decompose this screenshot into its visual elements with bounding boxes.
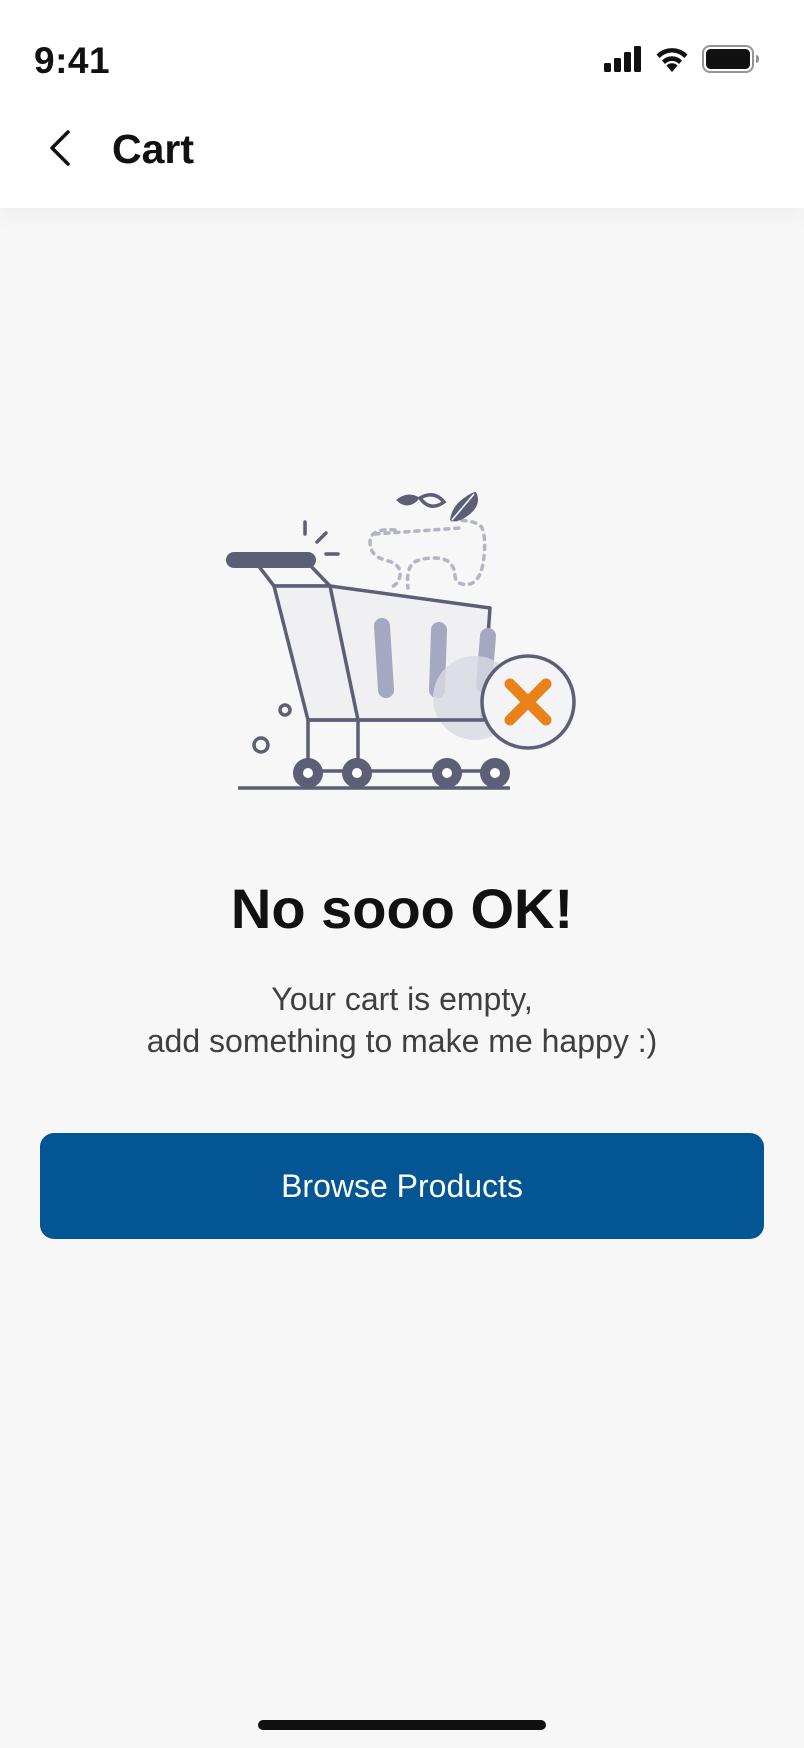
browse-products-button[interactable]: Browse Products (40, 1133, 764, 1239)
empty-state-message: Your cart is empty, add something to mak… (0, 978, 804, 1062)
battery-icon (702, 45, 759, 73)
back-button[interactable] (38, 124, 86, 172)
wifi-icon (656, 48, 688, 72)
header: 9:41 Cart (0, 0, 804, 208)
home-indicator (258, 1720, 546, 1730)
empty-state-message-line-2: add something to make me happy :) (146, 1023, 658, 1059)
cellular-signal-icon (604, 46, 641, 72)
empty-cart-icon (226, 492, 576, 790)
chevron-left-icon (50, 130, 70, 166)
empty-state-message-line-1: Your cart is empty, (271, 981, 533, 1017)
empty-state-headline: No sooo OK! (230, 877, 574, 940)
status-bar: 9:41 (0, 0, 804, 110)
cart-screen: 9:41 Cart No sooo OK! Your cart is empty… (0, 0, 804, 1748)
status-icons (604, 45, 774, 78)
nav-bar: Cart (0, 110, 804, 208)
page-title: Cart (112, 126, 195, 172)
status-time: 9:41 (34, 40, 111, 81)
